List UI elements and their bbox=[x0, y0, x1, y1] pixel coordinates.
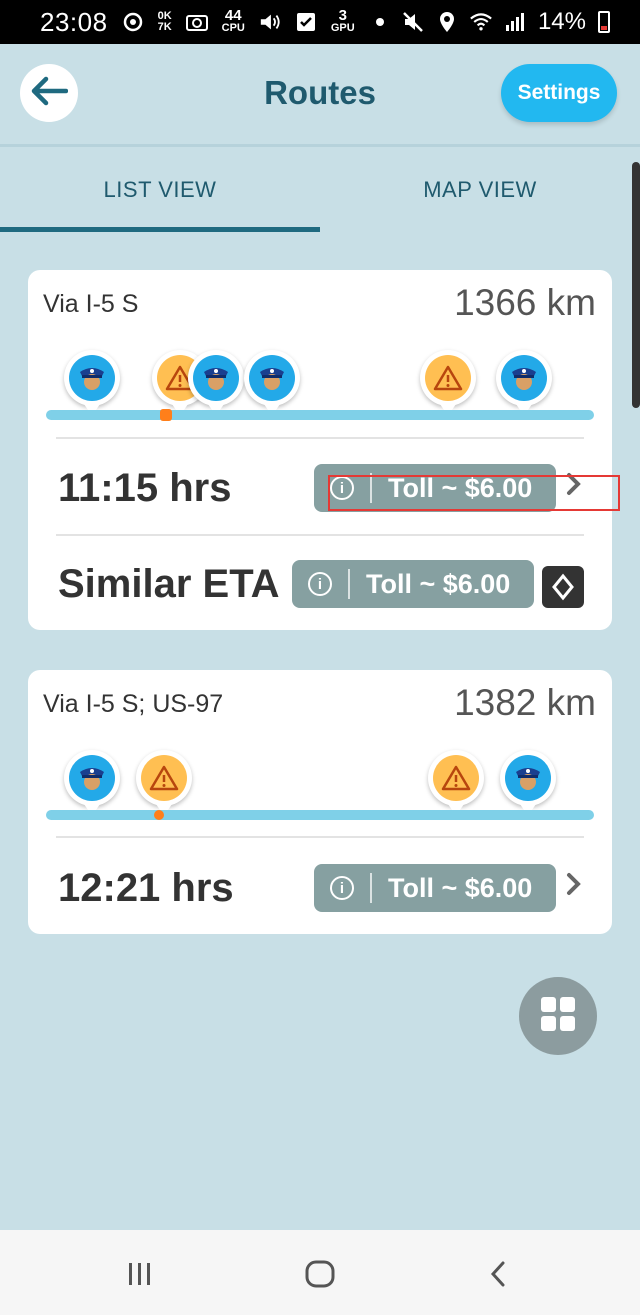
pill-divider bbox=[370, 873, 372, 903]
tab-map-view[interactable]: MAP VIEW bbox=[320, 150, 640, 230]
status-icons-right: 14% bbox=[402, 8, 610, 36]
location-icon bbox=[436, 11, 458, 33]
card-divider bbox=[56, 836, 584, 838]
cpu-label: CPU bbox=[221, 22, 245, 34]
back-nav-button[interactable] bbox=[478, 1256, 518, 1292]
police-icon bbox=[193, 355, 239, 401]
police-marker bbox=[500, 750, 556, 816]
hazard-marker bbox=[428, 750, 484, 816]
current-position-marker bbox=[160, 409, 172, 421]
current-position-marker bbox=[154, 810, 164, 820]
selected-tab-indicator bbox=[0, 227, 320, 232]
hazard-marker bbox=[136, 750, 192, 816]
tab-list-view[interactable]: LIST VIEW bbox=[0, 150, 320, 230]
status-bar: 23:08 0K 7K 44 CPU 3 GPU 14% bbox=[0, 0, 640, 44]
info-icon: i bbox=[308, 572, 332, 596]
toll-label: Toll ~ $6.00 bbox=[388, 872, 533, 903]
police-icon bbox=[69, 755, 115, 801]
route-eta: 12:21 hrs bbox=[58, 866, 234, 910]
route-distance: 1366 km bbox=[454, 282, 596, 323]
network-speed: 0K 7K bbox=[158, 11, 172, 33]
battery-icon bbox=[598, 11, 610, 33]
header-divider bbox=[0, 144, 640, 147]
route-via: Via I-5 S; US-97 bbox=[43, 690, 224, 718]
mute-icon bbox=[402, 11, 424, 33]
diamond-icon[interactable] bbox=[542, 566, 584, 608]
info-icon: i bbox=[330, 876, 354, 900]
police-marker bbox=[64, 350, 120, 416]
recent-apps-button[interactable] bbox=[120, 1256, 160, 1292]
checkbox-icon bbox=[295, 11, 317, 33]
route-card[interactable]: Via I-5 S 1366 km 11:15 hrs i Toll ~ $6.… bbox=[28, 270, 612, 630]
route-progress-line bbox=[46, 810, 594, 820]
toll-button[interactable]: i Toll ~ $6.00 bbox=[314, 864, 556, 912]
route-distance: 1382 km bbox=[454, 682, 596, 723]
route-progress-line bbox=[46, 410, 594, 420]
police-marker bbox=[496, 350, 552, 416]
police-icon bbox=[501, 355, 547, 401]
hazard-marker bbox=[420, 350, 476, 416]
police-marker bbox=[188, 350, 244, 416]
pill-divider bbox=[348, 569, 350, 599]
hazard-icon bbox=[425, 355, 471, 401]
scrollbar[interactable] bbox=[632, 162, 640, 408]
card-divider bbox=[56, 534, 584, 536]
police-icon bbox=[69, 355, 115, 401]
status-time: 23:08 bbox=[40, 6, 108, 37]
grid-icon bbox=[539, 995, 577, 1038]
navigation-bar bbox=[0, 1230, 640, 1315]
volume-icon bbox=[259, 11, 281, 33]
highlight-box bbox=[328, 475, 620, 511]
gpu-indicator: 3 GPU bbox=[330, 8, 355, 34]
signal-icon bbox=[504, 11, 526, 33]
settings-button[interactable]: Settings bbox=[501, 64, 617, 122]
police-icon bbox=[505, 755, 551, 801]
route-card[interactable]: Via I-5 S; US-97 1382 km 12:21 hrs i Tol… bbox=[28, 670, 612, 934]
dot-icon bbox=[369, 11, 391, 33]
hazard-icon bbox=[141, 755, 187, 801]
battery-percent: 14% bbox=[537, 8, 586, 35]
app-header: Routes Settings bbox=[0, 44, 640, 144]
chevron-right-icon[interactable] bbox=[564, 869, 584, 907]
alternate-eta: Similar ETA bbox=[58, 562, 280, 606]
route-eta: 11:15 hrs bbox=[58, 466, 232, 510]
toll-label: Toll ~ $6.00 bbox=[366, 568, 511, 599]
network-speed-down: 7K bbox=[157, 21, 172, 33]
alternate-toll-button[interactable]: i Toll ~ $6.00 bbox=[292, 560, 534, 608]
camera-icon bbox=[185, 11, 208, 33]
police-icon bbox=[249, 355, 295, 401]
police-marker bbox=[64, 750, 120, 816]
route-via: Via I-5 S bbox=[43, 290, 139, 318]
status-icons-left: 0K 7K 44 CPU 3 GPU bbox=[122, 8, 391, 34]
home-button[interactable] bbox=[300, 1256, 340, 1292]
grid-menu-button[interactable] bbox=[519, 977, 597, 1055]
police-marker bbox=[244, 350, 300, 416]
card-divider bbox=[56, 437, 584, 439]
sync-icon bbox=[122, 11, 144, 33]
hazard-icon bbox=[433, 755, 479, 801]
cpu-indicator: 44 CPU bbox=[221, 8, 245, 34]
gpu-label: GPU bbox=[330, 22, 355, 34]
wifi-icon bbox=[470, 11, 492, 33]
